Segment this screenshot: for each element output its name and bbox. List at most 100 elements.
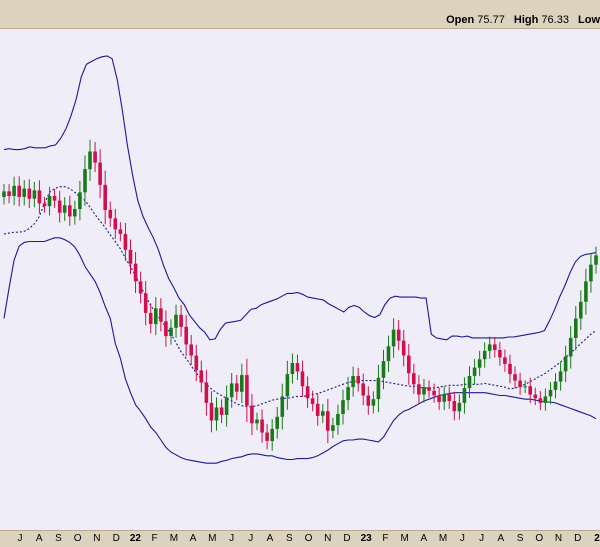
x-tick-label: J <box>248 533 254 544</box>
candle <box>361 373 365 406</box>
candle <box>579 290 583 330</box>
candle-body <box>184 326 188 345</box>
candle <box>346 377 350 411</box>
candle-body <box>280 396 285 417</box>
candle-body <box>108 209 113 219</box>
candle-body <box>224 397 229 415</box>
bollinger-middle-line <box>3 186 597 408</box>
candle-body <box>194 355 199 371</box>
candle-body <box>553 381 558 390</box>
candle-body <box>422 387 426 395</box>
x-tick-label: J <box>229 533 235 544</box>
x-tick-label: 2 <box>594 533 600 544</box>
candle <box>442 386 446 411</box>
candle-body <box>17 185 21 197</box>
candle <box>366 386 371 415</box>
candle <box>295 354 300 380</box>
candle <box>2 183 6 205</box>
candle <box>22 180 26 206</box>
open-value: 75.77 <box>477 14 505 26</box>
candle <box>548 382 553 405</box>
candle <box>204 369 209 416</box>
candle <box>12 176 16 206</box>
candle-body <box>442 394 446 402</box>
candle-body <box>336 414 340 426</box>
candle <box>37 180 42 214</box>
candle <box>270 419 274 451</box>
candle <box>386 335 391 372</box>
candle-body <box>138 281 143 294</box>
ohlc-readout: Open 75.77 High 76.33 Low <box>446 14 600 26</box>
candle <box>331 417 335 439</box>
candle <box>391 318 396 358</box>
candle <box>260 409 264 443</box>
candle <box>326 398 330 444</box>
candle <box>300 360 305 397</box>
x-tick-label: 23 <box>360 533 372 544</box>
candle <box>143 281 148 326</box>
candle <box>113 208 118 239</box>
candle-body <box>164 321 168 337</box>
candle <box>138 271 143 304</box>
candle <box>538 391 543 411</box>
candle-body <box>462 388 467 403</box>
candle <box>503 349 507 372</box>
candle-body <box>351 376 355 388</box>
candle-body <box>189 344 193 356</box>
bollinger-lower-line <box>3 237 597 464</box>
candle <box>118 222 123 242</box>
x-tick-label: M <box>438 533 448 544</box>
candle-body <box>300 371 305 387</box>
candle-body <box>52 196 57 201</box>
candle <box>250 393 254 436</box>
candle-body <box>93 151 97 163</box>
candle <box>452 391 457 421</box>
candle <box>543 388 548 411</box>
candle <box>285 360 290 410</box>
candle <box>159 298 163 332</box>
candle <box>472 359 477 385</box>
candle-body <box>7 191 11 196</box>
candle <box>73 200 77 225</box>
candle <box>154 297 158 336</box>
candle <box>336 404 340 435</box>
candle <box>417 375 421 404</box>
x-tick-label: D <box>574 533 582 544</box>
candle-body <box>260 419 264 433</box>
candle-body <box>179 314 183 327</box>
candle <box>93 142 97 173</box>
candle <box>422 378 426 403</box>
candle <box>68 195 72 226</box>
candle <box>437 387 441 410</box>
candle-body <box>204 382 209 403</box>
candle-body <box>427 387 431 391</box>
bollinger-bands <box>3 55 597 464</box>
price-plot[interactable] <box>0 29 600 530</box>
candle <box>533 387 538 406</box>
candle <box>310 390 315 412</box>
x-tick-label: M <box>169 533 179 544</box>
candle <box>199 360 204 393</box>
candle-body <box>214 407 219 421</box>
candle-body <box>275 416 279 429</box>
candle-body <box>508 363 512 375</box>
candle-body <box>159 308 163 322</box>
high-label: High <box>513 14 539 26</box>
candle-body <box>265 432 269 441</box>
x-tick-label: J <box>459 533 465 544</box>
high-value: 76.33 <box>541 14 569 26</box>
candle-body <box>482 350 487 360</box>
chart-header: Open 75.77 High 76.33 Low <box>0 0 600 29</box>
candlesticks <box>2 139 598 451</box>
x-axis: J A S O N D 22 F M A M J J A S O N D 23 F M A M J J A S O N D 2 <box>0 530 600 547</box>
candle-body <box>543 396 548 403</box>
candle-body <box>594 255 598 265</box>
candle <box>558 362 563 391</box>
x-tick-label: M <box>208 533 217 544</box>
candle-body <box>245 375 249 406</box>
candle-body <box>250 405 254 424</box>
candle <box>42 196 47 213</box>
candle-body <box>321 411 325 416</box>
candle-body <box>310 398 315 404</box>
candle-body <box>57 200 62 213</box>
